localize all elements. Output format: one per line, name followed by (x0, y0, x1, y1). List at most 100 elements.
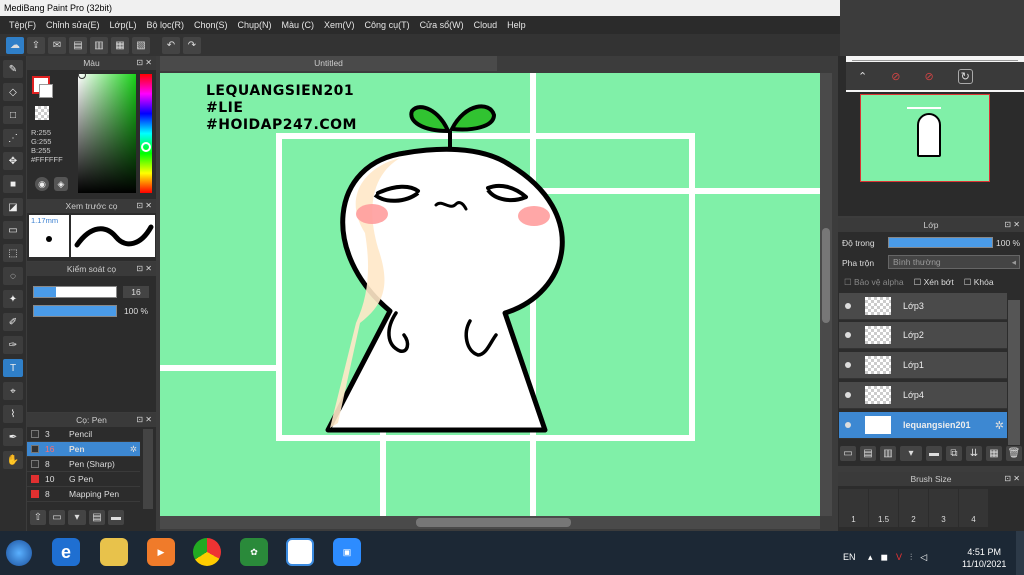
show-desktop-button[interactable] (1016, 531, 1024, 575)
brush-item-mapping-pen[interactable]: 8 Mapping Pen (27, 487, 140, 502)
brush-opacity-slider[interactable] (33, 305, 117, 317)
rect-tool-icon[interactable]: □ (3, 106, 23, 124)
duplicate-layer-icon[interactable]: ⧉ (946, 446, 962, 461)
start-button[interactable] (6, 540, 32, 566)
chevron-up-icon[interactable]: ⌃ (858, 70, 867, 83)
eye-icon[interactable] (845, 422, 851, 428)
media-player-icon[interactable]: ▶ (147, 538, 175, 566)
zoom-icon[interactable]: ▣ (333, 538, 361, 566)
saturation-value-picker[interactable] (78, 74, 136, 193)
eye-icon[interactable] (845, 303, 851, 309)
layer-row-4[interactable]: Lớp4 (839, 382, 1007, 409)
menu-file[interactable]: Tệp(F) (4, 20, 41, 30)
brush-item-g-pen[interactable]: 10 G Pen (27, 472, 140, 487)
copy-brush-icon[interactable]: ▤ (89, 510, 105, 525)
folder-icon[interactable]: ▬ (926, 446, 942, 461)
menu-help[interactable]: Help (502, 20, 531, 30)
brush-menu-icon[interactable]: ▾ (68, 510, 86, 525)
vertical-scroll-thumb[interactable] (822, 228, 830, 323)
menu-snap[interactable]: Chụp(N) (233, 20, 277, 30)
hue-cursor[interactable] (141, 142, 151, 152)
app-icon[interactable]: ✿ (240, 538, 268, 566)
brush-item-pencil[interactable]: 3 Pencil (27, 427, 140, 442)
brush-tool-icon[interactable]: ✎ (3, 60, 23, 78)
transparent-swatch[interactable] (35, 106, 49, 120)
layer-opacity-slider[interactable] (888, 237, 993, 248)
magic-wand-icon[interactable]: ✦ (3, 290, 23, 308)
navigator-preview[interactable] (860, 94, 990, 182)
operation-tool-icon[interactable]: ⌖ (3, 382, 23, 400)
eye-icon[interactable] (845, 362, 851, 368)
camera-off-icon[interactable]: ⊘ (924, 70, 933, 83)
tray-v-icon[interactable]: V (896, 552, 902, 563)
menu-tools[interactable]: Công cụ(T) (360, 20, 415, 30)
gear-icon[interactable]: ✲ (995, 419, 1004, 432)
layer-add-menu-icon[interactable]: ▾ (900, 446, 922, 461)
layer-row-3[interactable]: Lớp3 (839, 293, 1007, 320)
color-tools-icon[interactable]: ◈ (54, 177, 68, 191)
language-indicator[interactable]: EN (843, 552, 856, 562)
eyedropper-icon[interactable]: ⌇ (3, 405, 23, 423)
brush-size-preset[interactable]: 3 (929, 489, 958, 527)
panel-close-icon[interactable]: ⊡ ✕ (1004, 218, 1020, 232)
share-icon[interactable]: ⇪ (27, 36, 45, 54)
menu-window[interactable]: Cửa sổ(W) (415, 20, 469, 30)
eraser-tool-icon[interactable]: ◇ (3, 83, 23, 101)
brush-item-pen-sharp[interactable]: 8 Pen (Sharp) (27, 457, 140, 472)
document-icon[interactable]: ▥ (90, 36, 108, 54)
delete-layer-icon[interactable]: 🗑 (1006, 446, 1022, 461)
panel-close-icon[interactable]: ⊡ ✕ (136, 262, 152, 276)
new-brush-icon[interactable]: ▭ (49, 510, 65, 525)
chrome-icon[interactable] (193, 538, 221, 566)
select-rect-icon[interactable]: ⬚ (3, 244, 23, 262)
brush-item-pen[interactable]: 16 Pen ✲ (27, 442, 140, 457)
gradient-tool-icon[interactable]: ▭ (3, 221, 23, 239)
palette-icon[interactable]: ◉ (35, 177, 49, 191)
medibang-taskbar-icon[interactable] (286, 538, 314, 566)
clipping-checkbox[interactable]: ☐ Xén bớt (914, 277, 954, 288)
cloud-icon[interactable]: ☁ (6, 36, 24, 54)
bucket-tool-icon[interactable]: ◪ (3, 198, 23, 216)
comment-icon[interactable]: ✉ (48, 36, 66, 54)
network-icon[interactable]: ⫶ (910, 552, 912, 563)
panel-close-icon[interactable]: ⊡ ✕ (136, 56, 152, 70)
select-eraser-icon[interactable]: ✑ (3, 336, 23, 354)
layer-settings-icon[interactable]: ▦ (986, 446, 1002, 461)
select-pen-icon[interactable]: ✐ (3, 313, 23, 331)
drawing-canvas[interactable]: LEQUANGSIEN201 #LIE #HOIDAP247.COM (160, 73, 820, 516)
menu-cloud[interactable]: Cloud (469, 20, 503, 30)
lock-checkbox[interactable]: ☐ Khóa (964, 277, 994, 288)
redo-icon[interactable]: ↷ (183, 36, 201, 54)
hue-slider[interactable] (140, 74, 152, 193)
settings-icon[interactable]: ▧ (132, 36, 150, 54)
mic-off-icon[interactable]: ⊘ (891, 70, 900, 83)
file-explorer-icon[interactable] (100, 538, 128, 566)
new-layer-icon[interactable]: ▭ (840, 446, 856, 461)
blend-mode-select[interactable]: Bình thường ◂ (888, 255, 1020, 269)
brush-size-value[interactable]: 16 (123, 286, 149, 298)
new-8bit-layer-icon[interactable]: ▥ (880, 446, 896, 461)
volume-icon[interactable]: ◁ (920, 552, 927, 563)
menu-edit[interactable]: Chỉnh sửa(E) (41, 20, 105, 30)
layer-row-2[interactable]: Lớp2 (839, 322, 1007, 349)
gear-icon[interactable]: ✲ (130, 444, 137, 455)
menu-layer[interactable]: Lớp(L) (105, 20, 142, 30)
horizontal-scroll-thumb[interactable] (416, 518, 571, 527)
brush-size-preset[interactable]: 4 (959, 489, 988, 527)
tray-app-icon[interactable]: ◼ (881, 552, 888, 563)
menu-color[interactable]: Màu (C) (277, 20, 320, 30)
protect-alpha-checkbox[interactable]: ☐ Bảo vệ alpha (844, 277, 904, 288)
pen-tool-icon[interactable]: ✒ (3, 428, 23, 446)
menu-select[interactable]: Chọn(S) (189, 20, 233, 30)
brush-list-scrollbar[interactable] (143, 429, 153, 509)
secondary-color-swatch[interactable] (39, 84, 53, 98)
lasso-tool-icon[interactable]: ◌ (3, 267, 23, 285)
dot-tool-icon[interactable]: ⋰ (3, 129, 23, 147)
save-icon[interactable]: ▤ (69, 36, 87, 54)
menu-filter[interactable]: Bộ lọc(R) (141, 20, 189, 30)
eye-icon[interactable] (845, 392, 851, 398)
canvas-vertical-scrollbar[interactable] (820, 73, 832, 516)
layer-row-1[interactable]: Lớp1 (839, 352, 1007, 379)
clock[interactable]: 4:51 PM 11/10/2021 (962, 546, 1006, 570)
undo-icon[interactable]: ↶ (162, 36, 180, 54)
